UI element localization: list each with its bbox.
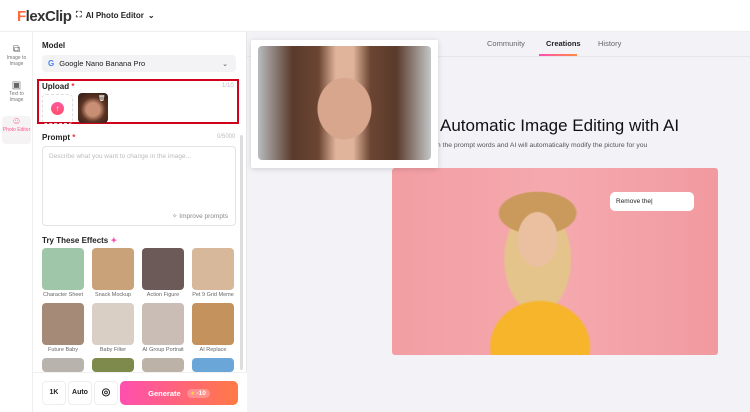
effect-label: Pet 9 Grid Meme (192, 292, 234, 298)
sidebar-rail: ⧉ Image to Image ▣ Text to Image ☺ Photo Ed… (0, 32, 33, 412)
sparkle-icon: ✦ (110, 236, 118, 245)
generate-button[interactable]: Generate ● -10 (120, 381, 238, 405)
example-woman-figure (480, 190, 600, 355)
flexclip-logo[interactable]: FlexClip (17, 8, 72, 25)
ratio-button[interactable]: Auto (68, 381, 92, 405)
image-to-image-icon: ⧉ (12, 44, 21, 55)
style-button[interactable]: ◎ (94, 381, 118, 405)
upload-icon: ↑ (51, 102, 64, 115)
effect-thumbnail[interactable] (92, 248, 134, 290)
effect-label: Future Baby (48, 347, 78, 353)
effect-thumbnail[interactable] (142, 303, 184, 345)
effect-thumbnail[interactable] (42, 303, 84, 345)
effect-label: Character Sheet (42, 292, 84, 298)
tab-history[interactable]: History (598, 39, 621, 48)
effect-label: AI Replace (199, 347, 227, 353)
effect-thumbnail[interactable] (192, 358, 234, 372)
prompt-count: 0/5000 (217, 134, 236, 140)
credit-cost: ● -10 (186, 388, 210, 398)
improve-prompts-button[interactable]: ✧ Improve prompts (172, 212, 228, 220)
chevron-down-icon: ⌄ (147, 10, 155, 20)
rail-photo-editor[interactable]: ☺ Photo Editor (2, 116, 31, 144)
product-switcher[interactable]: ⛶ AI Photo Editor ⌄ (76, 10, 155, 20)
coin-icon: ● (190, 389, 195, 397)
rail-text-to-image[interactable]: ▣ Text to Image (2, 80, 31, 104)
style-icon: ◎ (101, 387, 111, 398)
uploaded-image-preview (258, 46, 431, 160)
effect-thumbnail[interactable] (42, 358, 84, 372)
effect-thumbnail[interactable] (142, 248, 184, 290)
resolution-button[interactable]: 1K (42, 381, 66, 405)
rail-image-to-image[interactable]: ⧉ Image to Image (2, 44, 31, 68)
trash-icon[interactable]: 🗑 (98, 95, 106, 102)
model-label: Model (42, 41, 66, 50)
effect-thumbnail[interactable] (192, 248, 234, 290)
effect-thumbnail[interactable] (142, 358, 184, 372)
upload-label: Upload * (42, 82, 75, 91)
photo-editor-icon: ☺ (11, 116, 22, 127)
model-select[interactable]: G Google Nano Banana Pro ⌄ (42, 55, 236, 72)
hero-subtitle: l in the prompt words and AI will automa… (432, 142, 648, 149)
panel-scrollbar[interactable] (240, 135, 243, 370)
example-prompt-bubble: Remove the| (610, 192, 694, 211)
google-icon: G (48, 59, 55, 68)
text-to-image-icon: ▣ (11, 80, 22, 91)
effects-label: Try These Effects ✦ (42, 236, 118, 245)
chevron-down-icon: ⌄ (222, 60, 228, 68)
effect-label: Baby Filter (99, 347, 127, 353)
effect-label: Snack Mockup (94, 292, 132, 298)
tab-community[interactable]: Community (487, 39, 525, 48)
active-tab-indicator (539, 54, 577, 56)
upload-count: 1/10 (222, 83, 234, 89)
photo-editor-icon: ⛶ (76, 10, 82, 19)
effect-thumbnail[interactable] (92, 303, 134, 345)
effect-thumbnail[interactable] (42, 248, 84, 290)
effect-thumbnail[interactable] (92, 358, 134, 372)
effect-label: AI Group Portrait (142, 347, 184, 353)
effect-thumbnail[interactable] (192, 303, 234, 345)
prompt-placeholder: Describe what you want to change in the … (49, 153, 191, 160)
hero-title: Automatic Image Editing with AI (440, 116, 680, 135)
tab-creations[interactable]: Creations (546, 39, 581, 48)
prompt-label: Prompt * (42, 133, 76, 142)
effect-label: Action Figure (146, 292, 180, 298)
